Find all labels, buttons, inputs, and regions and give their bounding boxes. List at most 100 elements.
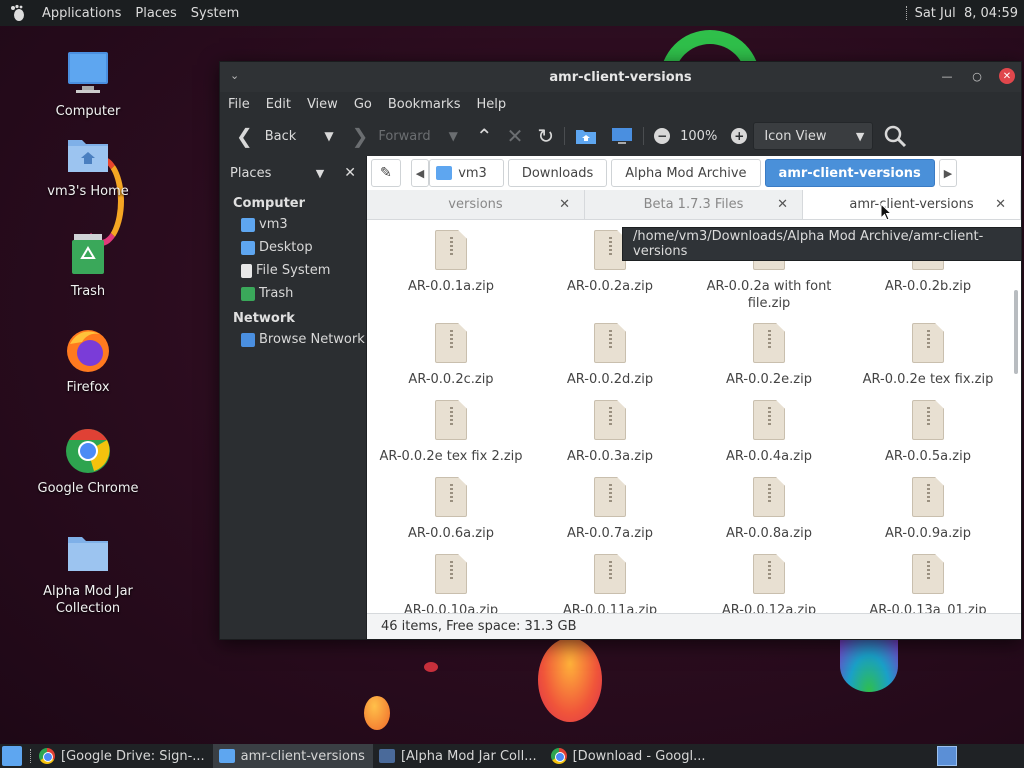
path-segment-vm3[interactable]: vm3 — [429, 159, 504, 187]
file-manager-window: ⌄ amr-client-versions — ○ ✕ File Edit Vi… — [219, 61, 1022, 640]
task-google-drive[interactable]: [Google Drive: Sign-... — [33, 744, 213, 768]
file-item[interactable]: AR-0.0.2e tex fix 2.zip — [373, 400, 529, 465]
sidebar-item-file-system[interactable]: File System — [220, 259, 366, 282]
home-folder-icon — [436, 166, 453, 180]
close-tab-icon[interactable]: ✕ — [777, 197, 788, 212]
menu-bookmarks[interactable]: Bookmarks — [388, 97, 461, 112]
maximize-icon[interactable]: ○ — [969, 70, 985, 83]
minimize-icon[interactable]: — — [939, 70, 955, 83]
desktop-icon-computer[interactable]: Computer — [33, 50, 143, 119]
pathbar: ✎ ◀ vm3 Downloads Alpha Mod Archive amr-… — [367, 156, 1021, 190]
file-item[interactable]: AR-0.0.2c.zip — [373, 323, 529, 388]
tab-versions[interactable]: versions ✕ — [367, 190, 585, 219]
file-item[interactable]: AR-0.0.10a.zip — [373, 554, 529, 619]
sidebar-section-computer: Computer — [233, 196, 306, 211]
file-item[interactable]: AR-0.0.7a.zip — [532, 477, 688, 542]
desktop-icon-firefox[interactable]: Firefox — [33, 326, 143, 395]
show-desktop-icon[interactable] — [2, 746, 22, 766]
forward-button[interactable]: ❯ Forward — [348, 121, 435, 151]
file-item[interactable]: AR-0.0.2d.zip — [532, 323, 688, 388]
file-item[interactable]: AR-0.0.11a.zip — [532, 554, 688, 619]
desktop-icon-chrome[interactable]: Google Chrome — [33, 427, 143, 496]
file-item[interactable]: AR-0.0.12a.zip — [691, 554, 847, 619]
chevron-down-icon[interactable]: ▼ — [316, 167, 324, 180]
file-item[interactable]: AR-0.0.5a.zip — [850, 400, 1006, 465]
file-name: AR-0.0.5a.zip — [885, 449, 971, 464]
places-sidebar: Places ▼ ✕ Computer vm3 Desktop File Sys… — [220, 156, 367, 639]
close-icon[interactable]: ✕ — [999, 68, 1015, 84]
computer-icon[interactable] — [611, 127, 633, 145]
chrome-icon — [64, 427, 112, 475]
desktop-icon-label: Alpha Mod Jar Collection — [43, 584, 133, 616]
folder-icon — [378, 749, 395, 763]
places-menu[interactable]: Places — [135, 6, 176, 21]
applications-menu[interactable]: Applications — [42, 6, 121, 21]
tab-amr-client-versions[interactable]: amr-client-versions ✕ — [803, 190, 1021, 219]
stop-icon[interactable]: ✕ — [507, 126, 524, 146]
tab-bar: versions ✕ Beta 1.7.3 Files ✕ amr-client… — [367, 190, 1021, 220]
sidebar-header-label[interactable]: Places — [230, 166, 271, 181]
window-menu-icon[interactable]: ⌄ — [230, 69, 239, 82]
file-item[interactable]: AR-0.0.8a.zip — [691, 477, 847, 542]
forward-history-dropdown[interactable]: ▼ — [449, 130, 458, 142]
file-name: AR-0.0.7a.zip — [567, 526, 653, 541]
workspace-switcher[interactable] — [937, 746, 957, 766]
menu-go[interactable]: Go — [354, 97, 372, 112]
sidebar-item-vm3[interactable]: vm3 — [220, 213, 366, 236]
file-item[interactable]: AR-0.0.2e tex fix.zip — [850, 323, 1006, 388]
desktop-icon-trash[interactable]: Trash — [33, 230, 143, 299]
path-scroll-left[interactable]: ◀ — [410, 159, 430, 187]
tab-beta-files[interactable]: Beta 1.7.3 Files ✕ — [585, 190, 803, 219]
wallpaper-shape — [364, 696, 390, 730]
clock[interactable]: Sat Jul 8, 04:59 — [915, 6, 1018, 21]
task-alpha-mod-jar-collection[interactable]: [Alpha Mod Jar Coll... — [373, 744, 545, 768]
system-menu[interactable]: System — [191, 6, 239, 21]
view-mode-select[interactable]: Icon View ▼ — [753, 122, 874, 150]
desktop-icon-home[interactable]: vm3's Home — [33, 130, 143, 199]
zoom-out-icon[interactable]: − — [654, 128, 671, 144]
path-segment-downloads[interactable]: Downloads — [507, 159, 608, 187]
window-titlebar[interactable]: ⌄ amr-client-versions — ○ ✕ — [220, 62, 1021, 92]
path-segment-amr-client-versions[interactable]: amr-client-versions — [764, 159, 935, 187]
menu-help[interactable]: Help — [476, 97, 506, 112]
edit-location-button[interactable]: ✎ — [371, 159, 401, 187]
menu-edit[interactable]: Edit — [266, 97, 291, 112]
close-tab-icon[interactable]: ✕ — [995, 197, 1006, 212]
file-item[interactable]: AR-0.0.13a_01.zip — [850, 554, 1006, 619]
task-download-google[interactable]: [Download - Googl... — [545, 744, 714, 768]
menu-view[interactable]: View — [307, 97, 338, 112]
path-segment-alpha-mod-archive[interactable]: Alpha Mod Archive — [611, 159, 761, 187]
search-icon[interactable] — [883, 124, 907, 148]
gnome-foot-icon[interactable] — [8, 3, 28, 23]
up-icon[interactable]: ⌃ — [476, 126, 493, 146]
file-item[interactable]: AR-0.0.3a.zip — [532, 400, 688, 465]
back-button[interactable]: ❮ Back — [232, 121, 300, 151]
close-sidebar-icon[interactable]: ✕ — [344, 165, 356, 181]
zip-file-icon — [594, 477, 626, 517]
file-item[interactable]: AR-0.0.9a.zip — [850, 477, 1006, 542]
menu-file[interactable]: File — [228, 97, 250, 112]
file-item[interactable]: AR-0.0.1a.zip — [373, 230, 529, 295]
file-item[interactable]: AR-0.0.2e.zip — [691, 323, 847, 388]
desktop-folder-icon — [241, 240, 255, 255]
reload-icon[interactable]: ↻ — [537, 126, 554, 146]
sidebar-item-browse-network[interactable]: Browse Network — [220, 328, 366, 351]
home-icon[interactable] — [575, 127, 597, 145]
zip-file-icon — [435, 230, 467, 270]
file-item[interactable]: AR-0.0.4a.zip — [691, 400, 847, 465]
path-scroll-right[interactable]: ▶ — [938, 159, 958, 187]
file-name: AR-0.0.2e tex fix.zip — [862, 372, 994, 387]
task-amr-client-versions[interactable]: amr-client-versions — [212, 744, 373, 768]
sidebar-item-trash[interactable]: Trash — [220, 282, 366, 305]
scrollbar[interactable] — [1014, 290, 1018, 374]
zip-file-icon — [594, 323, 626, 363]
toolbar: ❮ Back ▼ ❯ Forward ▼ ⌃ ✕ ↻ − 100% + Icon… — [220, 116, 1021, 156]
file-item[interactable]: AR-0.0.6a.zip — [373, 477, 529, 542]
zip-file-icon — [753, 554, 785, 594]
back-history-dropdown[interactable]: ▼ — [324, 130, 333, 142]
folder-icon — [64, 529, 112, 577]
close-tab-icon[interactable]: ✕ — [559, 197, 570, 212]
zoom-in-icon[interactable]: + — [731, 128, 748, 144]
sidebar-item-desktop[interactable]: Desktop — [220, 236, 366, 259]
desktop-icon-alpha-mod-jar-collection[interactable]: Alpha Mod Jar Collection — [33, 529, 143, 617]
